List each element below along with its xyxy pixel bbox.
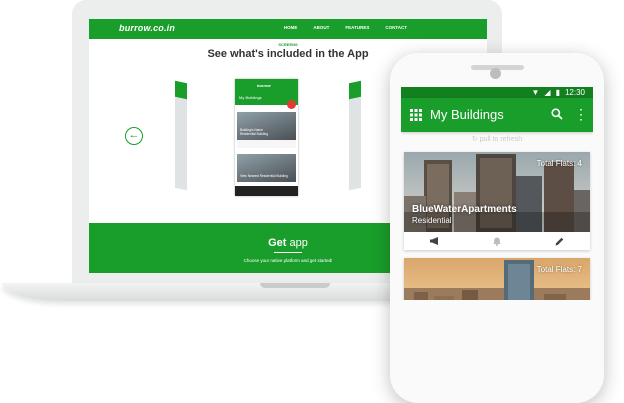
megaphone-icon	[430, 237, 438, 245]
mini-card-type: Residential Building	[240, 132, 268, 137]
nav-links: HOME ABOUT FEATURES CONTACT	[284, 25, 407, 30]
building-card[interactable]: Total Flats: 4 BlueWaterApartments Resid…	[404, 152, 590, 250]
total-flats-label: Total Flats: 4	[536, 159, 582, 168]
search-icon[interactable]	[551, 108, 563, 120]
building-card[interactable]: Total Flats: 7	[404, 258, 590, 300]
notifications-button[interactable]	[466, 232, 528, 250]
phone-camera	[490, 68, 501, 79]
building-name: BlueWaterApartments	[412, 204, 517, 215]
status-time: 12:30	[564, 88, 585, 97]
pencil-icon	[555, 237, 563, 245]
bell-icon	[493, 237, 501, 246]
back-arrow-icon[interactable]: ←	[125, 127, 143, 145]
laptop-notch	[260, 283, 330, 288]
building-type: Residential	[412, 216, 452, 225]
site-logo[interactable]: burrow.co.in	[119, 23, 175, 33]
carousel-prev-screen[interactable]	[175, 80, 187, 191]
building-image: Total Flats: 4 BlueWaterApartments Resid…	[404, 152, 590, 232]
mini-building-card: Building's Name Residential Building	[237, 112, 296, 140]
battery-icon: ▮	[555, 88, 560, 97]
mini-building-card: View Nearest Residential Building	[237, 154, 296, 182]
nav-contact-link[interactable]: CONTACT	[385, 25, 407, 30]
app-title: My Buildings	[430, 107, 504, 122]
section-kicker: SCREENS	[278, 42, 298, 47]
refresh-indicator: ↻ pull to refresh	[401, 135, 593, 149]
refresh-text: pull to refresh	[479, 136, 523, 143]
phone-screen: ▼ ◢ ▮ 12:30 My Buildings ⋮ ↻ pull to ref…	[401, 87, 593, 300]
site-navbar: burrow.co.in HOME ABOUT FEATURES CONTACT	[89, 19, 487, 39]
carousel-current-screen: burrow My Buildings Building's Name Resi…	[235, 79, 298, 196]
mini-card-name: View Nearest Residential Building	[240, 174, 288, 179]
refresh-icon: ↻	[471, 136, 478, 143]
mini-fab-button	[287, 100, 296, 109]
status-bar: ▼ ◢ ▮ 12:30	[401, 87, 593, 98]
grid-icon[interactable]	[410, 109, 422, 121]
nav-features-link[interactable]: FEATURES	[345, 25, 369, 30]
edit-button[interactable]	[528, 232, 590, 250]
divider	[274, 252, 302, 253]
mini-android-navbar	[235, 186, 298, 196]
carousel-next-screen[interactable]	[349, 80, 361, 191]
nav-home-link[interactable]: HOME	[284, 25, 298, 30]
card-actions	[404, 232, 590, 250]
nav-about-link[interactable]: ABOUT	[313, 25, 329, 30]
announce-button[interactable]	[404, 232, 466, 250]
building-image: Total Flats: 7	[404, 258, 590, 300]
mini-card-actions	[237, 140, 296, 148]
more-vert-icon[interactable]: ⋮	[574, 107, 588, 121]
wifi-icon: ▼	[531, 88, 540, 97]
signal-icon: ◢	[544, 88, 551, 97]
app-toolbar: My Buildings ⋮	[401, 98, 593, 132]
mini-app-title: My Buildings	[239, 95, 262, 100]
mini-app-logo: burrow	[257, 83, 271, 88]
total-flats-label: Total Flats: 7	[536, 265, 582, 274]
